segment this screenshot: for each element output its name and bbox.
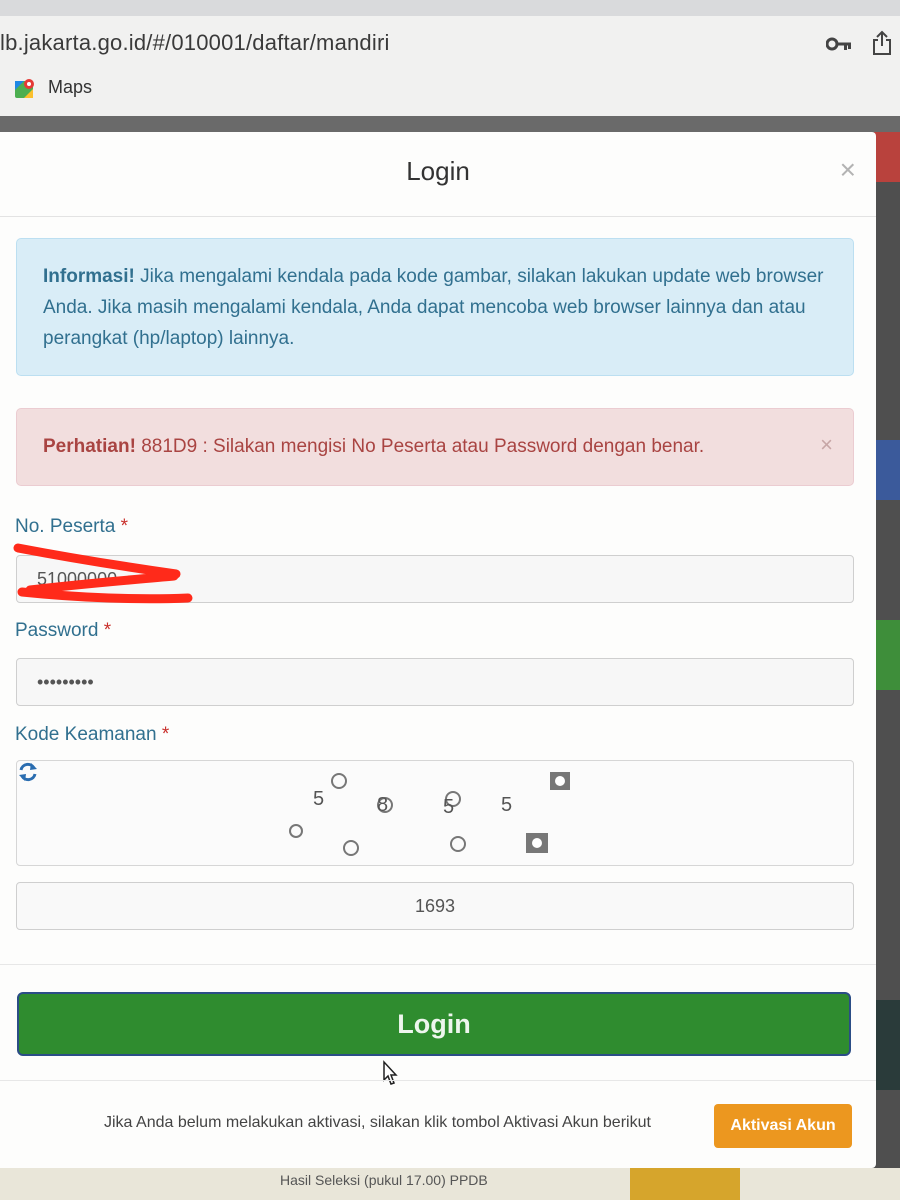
password-label-text: Password (15, 620, 99, 641)
no-peserta-input[interactable]: 51000000 (16, 555, 854, 603)
share-icon[interactable] (872, 30, 892, 56)
maps-icon[interactable] (14, 78, 36, 100)
error-alert: Perhatian! 881D9 : Silakan mengisi No Pe… (16, 408, 854, 486)
no-peserta-value: 51000000 (37, 569, 118, 589)
background-page-strip (874, 440, 900, 500)
activate-account-button[interactable]: Aktivasi Akun (714, 1104, 852, 1148)
divider (0, 1080, 876, 1081)
error-alert-text: 881D9 : Silakan mengisi No Peserta atau … (135, 436, 705, 457)
background-footer-text: Hasil Seleksi (pukul 17.00) PPDB (280, 1172, 488, 1188)
info-alert-strong: Informasi! (43, 266, 135, 287)
required-mark: * (120, 516, 129, 537)
modal-title: Login (406, 156, 470, 186)
captcha-char: 5 (443, 796, 454, 818)
captcha-answer-value: 1693 (414, 896, 456, 916)
captcha-char: 5 (313, 788, 324, 810)
address-bar[interactable]: lb.jakarta.go.id/#/010001/daftar/mandiri (0, 18, 900, 68)
mouse-cursor-icon (383, 1060, 398, 1085)
browser-chrome: lb.jakarta.go.id/#/010001/daftar/mandiri… (0, 0, 900, 132)
login-modal: Login × Informasi! Jika mengalami kendal… (0, 132, 876, 1168)
no-peserta-label: No. Peserta * (15, 516, 128, 538)
background-page-strip (874, 132, 900, 182)
password-input[interactable]: ••••••••• (16, 658, 854, 706)
captcha-noise-circle (343, 840, 359, 856)
key-icon[interactable] (826, 36, 852, 52)
captcha-noise-square-hole (532, 838, 542, 848)
error-alert-strong: Perhatian! (43, 436, 136, 457)
captcha-noise-square-hole (555, 776, 565, 786)
captcha-char: 5 (501, 794, 512, 816)
captcha-graphic: 5 8 5 5 (289, 772, 570, 856)
url-text[interactable]: lb.jakarta.go.id/#/010001/daftar/mandiri (0, 30, 390, 56)
background-page-strip (874, 620, 900, 690)
activation-hint: Jika Anda belum melakukan aktivasi, sila… (104, 1114, 651, 1131)
kode-keamanan-label: Kode Keamanan * (15, 724, 169, 746)
tab-strip (0, 0, 900, 16)
info-alert-text: Jika mengalami kendala pada kode gambar,… (43, 266, 824, 349)
background-page-banner (630, 1168, 740, 1200)
captcha-image: 5 8 5 5 (16, 760, 854, 866)
captcha-noise-circle (331, 773, 347, 789)
divider (0, 964, 876, 965)
refresh-icon[interactable] (17, 761, 39, 783)
close-icon[interactable]: × (820, 429, 833, 460)
kode-keamanan-label-text: Kode Keamanan (15, 724, 157, 745)
password-label: Password * (15, 620, 111, 642)
required-mark: * (161, 724, 170, 745)
no-peserta-label-text: No. Peserta (15, 516, 116, 537)
info-alert: Informasi! Jika mengalami kendala pada k… (16, 238, 854, 376)
login-button[interactable]: Login (17, 992, 851, 1056)
bookmark-maps[interactable]: Maps (48, 77, 92, 98)
background-page-strip (874, 1000, 900, 1090)
bookmarks-bar: Maps (0, 68, 900, 110)
page-top-edge (0, 116, 900, 132)
required-mark: * (103, 620, 112, 641)
captcha-char: 8 (377, 794, 388, 816)
close-icon[interactable]: × (840, 154, 856, 186)
modal-header: Login × (0, 132, 876, 217)
password-value: ••••••••• (37, 672, 94, 692)
captcha-noise-circle (450, 836, 466, 852)
captcha-noise-circle (289, 824, 303, 838)
captcha-input[interactable]: 1693 (16, 882, 854, 930)
